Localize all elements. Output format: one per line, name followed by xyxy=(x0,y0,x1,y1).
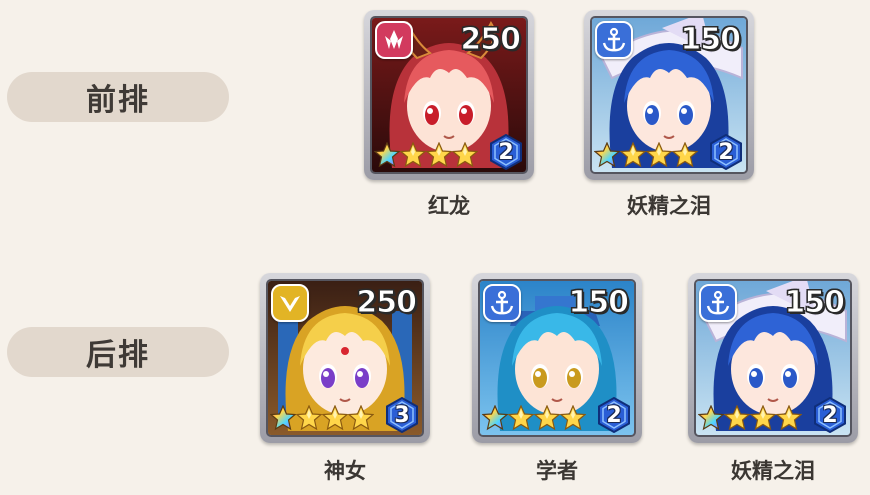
hero-card[interactable]: 150 2 xyxy=(472,273,642,443)
anchor-icon xyxy=(483,284,521,322)
hero-portrait: 150 2 xyxy=(694,279,852,437)
hero-power: 150 xyxy=(568,285,630,321)
rainbow-star-icon xyxy=(482,405,508,431)
hero-name: 神女 xyxy=(324,459,366,483)
star-icon xyxy=(534,405,560,431)
hero-power: 150 xyxy=(680,22,742,58)
star-icon xyxy=(776,405,802,431)
star-rating xyxy=(594,142,698,168)
hero-card[interactable]: 250 2 xyxy=(364,10,534,180)
hero-power: 150 xyxy=(784,285,846,321)
rainbow-star-icon xyxy=(698,405,724,431)
level-badge: 2 xyxy=(488,134,524,170)
anchor-icon xyxy=(595,21,633,59)
level-value: 2 xyxy=(822,402,838,428)
hero-card[interactable]: 150 2 xyxy=(584,10,754,180)
star-icon xyxy=(296,405,322,431)
hero-portrait: 150 2 xyxy=(478,279,636,437)
front-row-label: 前排 xyxy=(7,72,229,122)
star-icon xyxy=(672,142,698,168)
star-icon xyxy=(620,142,646,168)
hero-name: 妖精之泪 xyxy=(731,459,815,483)
hero-name: 红龙 xyxy=(428,194,470,218)
level-value: 3 xyxy=(394,402,410,428)
level-badge: 3 xyxy=(384,397,420,433)
star-icon xyxy=(560,405,586,431)
level-value: 2 xyxy=(606,402,622,428)
hero-power: 250 xyxy=(356,285,418,321)
star-icon xyxy=(508,405,534,431)
hero-name: 妖精之泪 xyxy=(627,194,711,218)
rainbow-star-icon xyxy=(374,142,400,168)
hero-portrait: 250 2 xyxy=(370,16,528,174)
star-icon xyxy=(724,405,750,431)
hero-portrait: 150 2 xyxy=(590,16,748,174)
star-rating xyxy=(482,405,586,431)
hero-power: 250 xyxy=(460,22,522,58)
hero-portrait: 250 3 xyxy=(266,279,424,437)
star-icon xyxy=(750,405,776,431)
star-icon xyxy=(426,142,452,168)
star-icon xyxy=(646,142,672,168)
star-icon xyxy=(322,405,348,431)
anchor-icon xyxy=(699,284,737,322)
star-rating xyxy=(698,405,802,431)
hero-name: 学者 xyxy=(536,459,578,483)
star-icon xyxy=(400,142,426,168)
level-badge: 2 xyxy=(596,397,632,433)
crystal-icon xyxy=(375,21,413,59)
star-rating xyxy=(374,142,478,168)
star-icon xyxy=(452,142,478,168)
back-row-label: 后排 xyxy=(7,327,229,377)
rainbow-star-icon xyxy=(270,405,296,431)
hero-card[interactable]: 150 2 xyxy=(688,273,858,443)
level-value: 2 xyxy=(718,139,734,165)
star-rating xyxy=(270,405,374,431)
rainbow-star-icon xyxy=(594,142,620,168)
level-badge: 2 xyxy=(812,397,848,433)
wings-icon xyxy=(271,284,309,322)
level-value: 2 xyxy=(498,139,514,165)
hero-card[interactable]: 250 3 xyxy=(260,273,430,443)
level-badge: 2 xyxy=(708,134,744,170)
star-icon xyxy=(348,405,374,431)
